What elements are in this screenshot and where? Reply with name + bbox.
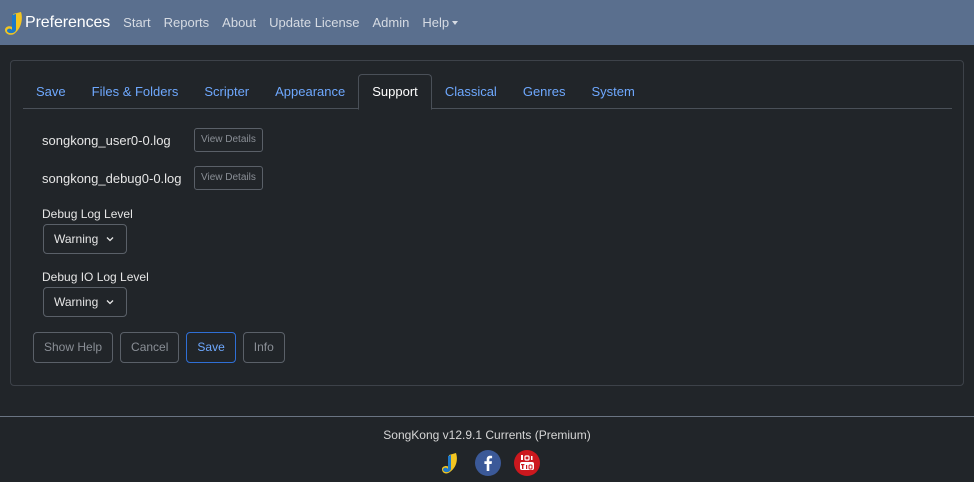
debug-io-log-level-value: Warning — [54, 295, 99, 309]
navbar: Preferences Start Reports About Update L… — [0, 0, 974, 45]
nav-start[interactable]: Start — [123, 15, 150, 30]
facebook-icon[interactable] — [475, 450, 501, 476]
nav-admin[interactable]: Admin — [373, 15, 410, 30]
debug-io-log-level-select[interactable]: Warning — [43, 287, 127, 317]
save-button[interactable]: Save — [186, 332, 236, 363]
tab-appearance[interactable]: Appearance — [262, 74, 358, 109]
chevron-down-icon — [106, 237, 114, 242]
debug-io-log-level-label: Debug IO Log Level — [42, 270, 149, 284]
debug-log-level-label: Debug Log Level — [42, 207, 133, 221]
social-links — [436, 450, 553, 476]
log-file-name: songkong_debug0-0.log — [42, 170, 182, 186]
songkong-site-icon[interactable] — [436, 450, 462, 476]
log-row-debug: songkong_debug0-0.log View Details — [42, 166, 263, 190]
caret-down-icon — [452, 21, 459, 25]
debug-log-level-value: Warning — [54, 232, 99, 246]
preferences-card: Save Files & Folders Scripter Appearance… — [10, 60, 964, 386]
chevron-down-icon — [106, 300, 114, 305]
footer-version: SongKong v12.9.1 Currents (Premium) — [383, 428, 591, 442]
brand-title: Preferences — [25, 13, 111, 31]
tab-bar: Save Files & Folders Scripter Appearance… — [23, 74, 952, 110]
nav-help-dropdown[interactable]: Help — [422, 15, 459, 30]
info-button[interactable]: Info — [242, 332, 285, 363]
debug-log-level-select[interactable]: Warning — [43, 224, 127, 254]
songkong-logo-icon — [5, 11, 22, 35]
tab-scripter[interactable]: Scripter — [191, 74, 262, 109]
view-details-button[interactable]: View Details — [194, 166, 263, 190]
nav-links: Start Reports About Update License Admin… — [123, 15, 471, 30]
tab-classical[interactable]: Classical — [432, 74, 510, 109]
tab-files-folders[interactable]: Files & Folders — [79, 74, 192, 109]
nav-update-license[interactable]: Update License — [269, 15, 359, 30]
cancel-button[interactable]: Cancel — [120, 332, 180, 363]
tab-genres[interactable]: Genres — [510, 74, 579, 109]
view-details-button[interactable]: View Details — [194, 128, 263, 152]
footer-divider — [0, 416, 974, 417]
nav-reports[interactable]: Reports — [164, 15, 210, 30]
log-file-name: songkong_user0-0.log — [42, 132, 171, 148]
tab-support[interactable]: Support — [358, 74, 432, 110]
log-row-user: songkong_user0-0.log View Details — [42, 128, 263, 152]
nav-help-label: Help — [422, 15, 450, 30]
brand[interactable]: Preferences — [2, 0, 110, 45]
show-help-button[interactable]: Show Help — [33, 332, 114, 363]
youtube-icon[interactable] — [514, 450, 540, 476]
action-buttons: Show Help Cancel Save Info — [33, 332, 292, 363]
nav-about[interactable]: About — [222, 15, 256, 30]
tab-save[interactable]: Save — [23, 74, 79, 109]
tab-system[interactable]: System — [578, 74, 647, 109]
